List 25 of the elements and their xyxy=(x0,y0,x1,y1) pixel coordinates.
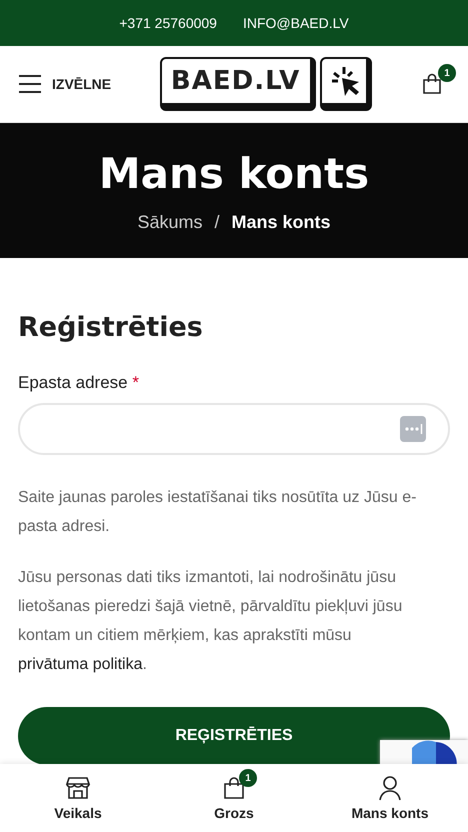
section-heading: Reģistrēties xyxy=(18,312,204,343)
nav-link[interactable]: Mans konts xyxy=(351,805,428,821)
page-title: Mans konts xyxy=(98,148,370,198)
cart-count-badge: 1 xyxy=(438,64,456,82)
info-text: Jūsu personas dati tiks izmantoti, lai nodrošinātu jūsu lietošanas pieredzi šajā vietnē, pārvaldītu piekļuvi jūsu kontam un citiem mērķiem, kas aprakstīti mūsu privātuma politika. xyxy=(18,568,404,675)
email-link[interactable]: INFO@BAED.LV xyxy=(242,15,349,31)
info-text: Saite jaunas paroles iestatīšanai tiks nosūtīta uz Jūsu e-pasta adresi. xyxy=(18,488,418,537)
cart-icon[interactable] xyxy=(420,72,444,96)
menu-button[interactable]: IZVĒLNE xyxy=(18,74,112,94)
nav-link[interactable]: Grozs xyxy=(214,805,254,821)
nav-link[interactable]: Veikals xyxy=(54,805,102,821)
shopping-bag-icon[interactable] xyxy=(221,775,247,801)
user-icon[interactable] xyxy=(377,775,403,801)
storefront-icon[interactable] xyxy=(65,775,91,801)
privacy-policy-link[interactable]: privātuma politika xyxy=(18,656,142,673)
breadcrumb-separator: / xyxy=(214,212,220,232)
phone-link[interactable]: +371 25760009 xyxy=(119,15,217,31)
register-button[interactable]: REĢISTRĒTIES xyxy=(18,707,450,765)
cursor-click-icon xyxy=(320,57,372,111)
email-field[interactable] xyxy=(18,403,450,455)
current-page-title: Mans konts xyxy=(232,212,331,232)
breadcrumb-link[interactable]: Sākums xyxy=(137,212,202,232)
field-label: Epasta adrese * xyxy=(18,373,140,393)
cart-count-badge: 1 xyxy=(239,769,257,787)
menu-icon xyxy=(18,74,42,94)
